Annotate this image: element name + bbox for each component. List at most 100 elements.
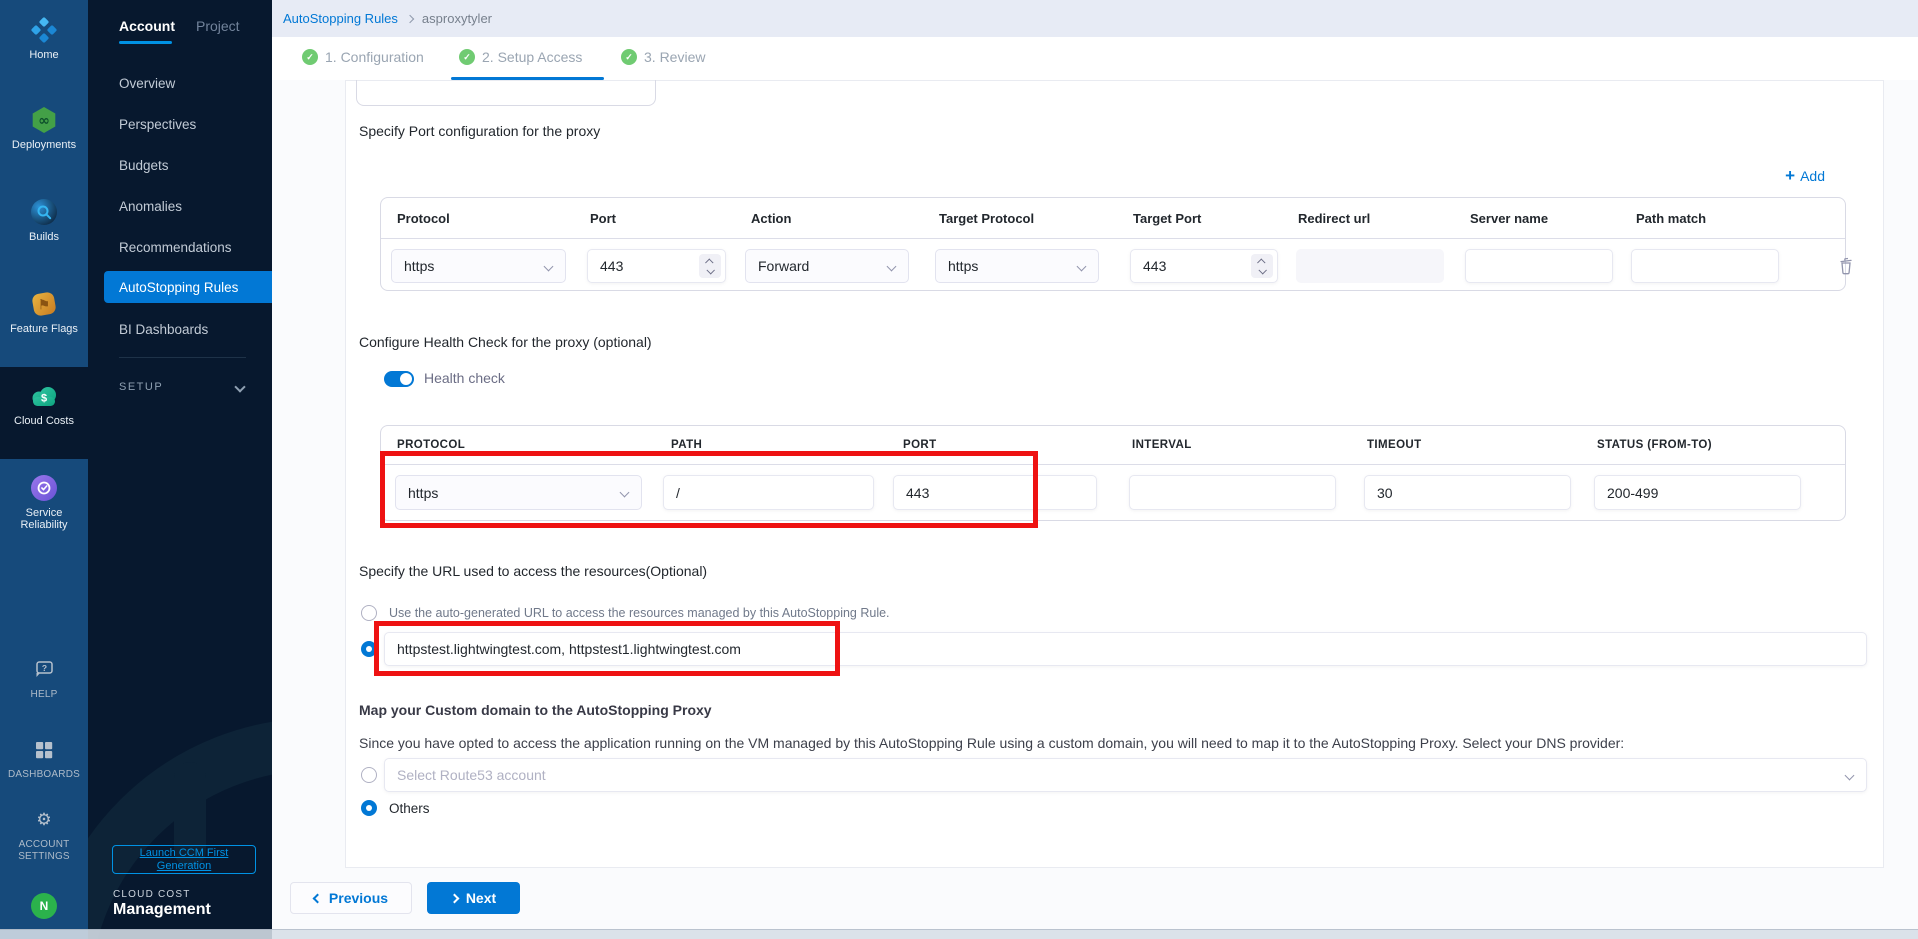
rail-item-account-settings[interactable]: ACCOUNT SETTINGS bbox=[0, 806, 88, 863]
rail-label: DASHBOARDS bbox=[8, 769, 80, 781]
gear-icon bbox=[36, 806, 51, 834]
deployments-icon: ∞ bbox=[30, 106, 58, 134]
add-port-row-button[interactable]: Add bbox=[1785, 168, 1825, 184]
auto-url-radio[interactable] bbox=[361, 605, 377, 621]
column-header: Protocol bbox=[397, 211, 450, 226]
home-icon bbox=[31, 16, 57, 44]
access-url-heading: Specify the URL used to access the resou… bbox=[359, 563, 707, 579]
chevron-down-icon[interactable] bbox=[234, 381, 245, 392]
breadcrumb-current: asproxytyler bbox=[422, 11, 492, 26]
wizard-step-setup-access[interactable]: 2. Setup Access bbox=[459, 49, 582, 65]
previous-button[interactable]: Previous bbox=[290, 882, 412, 914]
wizard-step-review[interactable]: 3. Review bbox=[621, 49, 705, 65]
others-label: Others bbox=[389, 801, 430, 816]
route53-account-select[interactable]: Select Route53 account bbox=[384, 758, 1867, 792]
rail-item-home[interactable]: Home bbox=[0, 16, 88, 61]
port-input[interactable] bbox=[587, 249, 726, 283]
delete-row-button[interactable] bbox=[1833, 253, 1859, 279]
help-icon: ? bbox=[33, 656, 55, 684]
subnav-item-overview[interactable]: Overview bbox=[119, 76, 175, 91]
column-header: Port bbox=[590, 211, 616, 226]
column-header: Target Port bbox=[1133, 211, 1201, 226]
rail-label: Home bbox=[29, 49, 58, 61]
subnav-setup-label[interactable]: SETUP bbox=[119, 381, 163, 393]
redirect-url-input bbox=[1296, 249, 1444, 283]
feature-flags-icon: ⚑ bbox=[30, 290, 58, 318]
check-circle-icon bbox=[459, 49, 475, 65]
route53-radio[interactable] bbox=[361, 767, 377, 783]
setup-access-card: Specify Port configuration for the proxy… bbox=[345, 80, 1884, 868]
rail-item-builds[interactable]: Builds bbox=[0, 198, 88, 243]
chevron-left-icon bbox=[312, 893, 322, 903]
health-check-heading: Configure Health Check for the proxy (op… bbox=[359, 334, 652, 350]
column-header: Path match bbox=[1636, 211, 1706, 226]
add-label: Add bbox=[1800, 168, 1825, 184]
column-header: PROTOCOL bbox=[397, 439, 465, 451]
number-stepper[interactable] bbox=[1251, 254, 1273, 278]
wizard-step-configuration[interactable]: 1. Configuration bbox=[302, 49, 424, 65]
target-port-input[interactable] bbox=[1130, 249, 1278, 283]
column-header: PORT bbox=[903, 439, 937, 451]
auto-url-label: Use the auto-generated URL to access the… bbox=[389, 606, 890, 620]
chevron-down-icon bbox=[1077, 262, 1087, 272]
action-select[interactable]: Forward bbox=[745, 249, 909, 283]
wizard-header: 1. Configuration 2. Setup Access 3. Revi… bbox=[272, 37, 1918, 80]
protocol-value: https bbox=[404, 258, 434, 274]
chevron-right-icon bbox=[406, 15, 414, 23]
health-check-toggle-label: Health check bbox=[424, 370, 505, 386]
rail-item-feature-flags[interactable]: ⚑ Feature Flags bbox=[0, 290, 88, 335]
target-protocol-select[interactable]: https bbox=[935, 249, 1099, 283]
hc-interval-input[interactable] bbox=[1129, 475, 1336, 510]
rail-item-deployments[interactable]: ∞ Deployments bbox=[0, 106, 88, 151]
server-name-input[interactable] bbox=[1465, 249, 1613, 283]
health-check-toggle[interactable] bbox=[384, 371, 414, 387]
breadcrumb-link-autostopping-rules[interactable]: AutoStopping Rules bbox=[283, 11, 398, 26]
product-name: Management bbox=[113, 901, 211, 919]
hc-timeout-input[interactable] bbox=[1364, 475, 1571, 510]
check-circle-icon bbox=[621, 49, 637, 65]
others-radio[interactable] bbox=[361, 800, 377, 816]
check-circle-icon bbox=[302, 49, 318, 65]
horizontal-scrollbar[interactable] bbox=[0, 929, 1918, 939]
target-protocol-value: https bbox=[948, 258, 978, 274]
main-content: AutoStopping Rules asproxytyler 1. Confi… bbox=[272, 0, 1918, 939]
protocol-select[interactable]: https bbox=[391, 249, 566, 283]
column-header: Action bbox=[751, 211, 791, 226]
rail-label: ACCOUNT SETTINGS bbox=[7, 839, 81, 863]
column-header: TIMEOUT bbox=[1367, 439, 1422, 451]
number-stepper[interactable] bbox=[699, 254, 721, 278]
rail-item-cloud-costs[interactable]: $ Cloud Costs bbox=[0, 382, 88, 427]
rail-item-service-reliability[interactable]: Service Reliability bbox=[0, 474, 88, 531]
column-header: Server name bbox=[1470, 211, 1548, 226]
next-label: Next bbox=[466, 890, 496, 906]
tab-project[interactable]: Project bbox=[196, 18, 240, 34]
launch-ccm-first-gen-button[interactable]: Launch CCM First Generation bbox=[112, 845, 256, 874]
clipped-field-above bbox=[356, 80, 656, 106]
subnav-item-bi-dashboards[interactable]: BI Dashboards bbox=[119, 322, 208, 337]
subnav-item-autostopping-rules[interactable]: AutoStopping Rules bbox=[104, 271, 272, 303]
subnav-item-anomalies[interactable]: Anomalies bbox=[119, 199, 182, 214]
hc-path-input[interactable] bbox=[663, 475, 874, 510]
hc-status-input[interactable] bbox=[1594, 475, 1801, 510]
user-avatar[interactable]: N bbox=[31, 893, 57, 919]
hc-protocol-select[interactable]: https bbox=[395, 475, 642, 510]
rail-item-dashboards[interactable]: DASHBOARDS bbox=[0, 736, 88, 781]
column-header: STATUS (FROM-TO) bbox=[1597, 439, 1712, 451]
custom-url-input[interactable] bbox=[384, 632, 1867, 666]
hc-port-input[interactable] bbox=[893, 475, 1097, 510]
custom-url-radio[interactable] bbox=[361, 641, 377, 657]
app-window: Home ∞ Deployments bbox=[0, 0, 1918, 939]
chevron-down-icon bbox=[620, 488, 630, 498]
path-match-input[interactable] bbox=[1631, 249, 1779, 283]
tab-account[interactable]: Account bbox=[119, 18, 175, 34]
port-config-table: Protocol Port Action Target Protocol Tar… bbox=[380, 197, 1846, 291]
subnav-divider bbox=[119, 357, 246, 358]
subnav-item-recommendations[interactable]: Recommendations bbox=[119, 240, 232, 255]
port-config-heading: Specify Port configuration for the proxy bbox=[359, 123, 600, 139]
next-button[interactable]: Next bbox=[427, 882, 520, 914]
svg-text:?: ? bbox=[42, 662, 47, 672]
subnav-item-perspectives[interactable]: Perspectives bbox=[119, 117, 196, 132]
subnav-item-budgets[interactable]: Budgets bbox=[119, 158, 169, 173]
breadcrumb: AutoStopping Rules asproxytyler bbox=[272, 0, 1918, 37]
rail-item-help[interactable]: ? HELP bbox=[0, 656, 88, 701]
